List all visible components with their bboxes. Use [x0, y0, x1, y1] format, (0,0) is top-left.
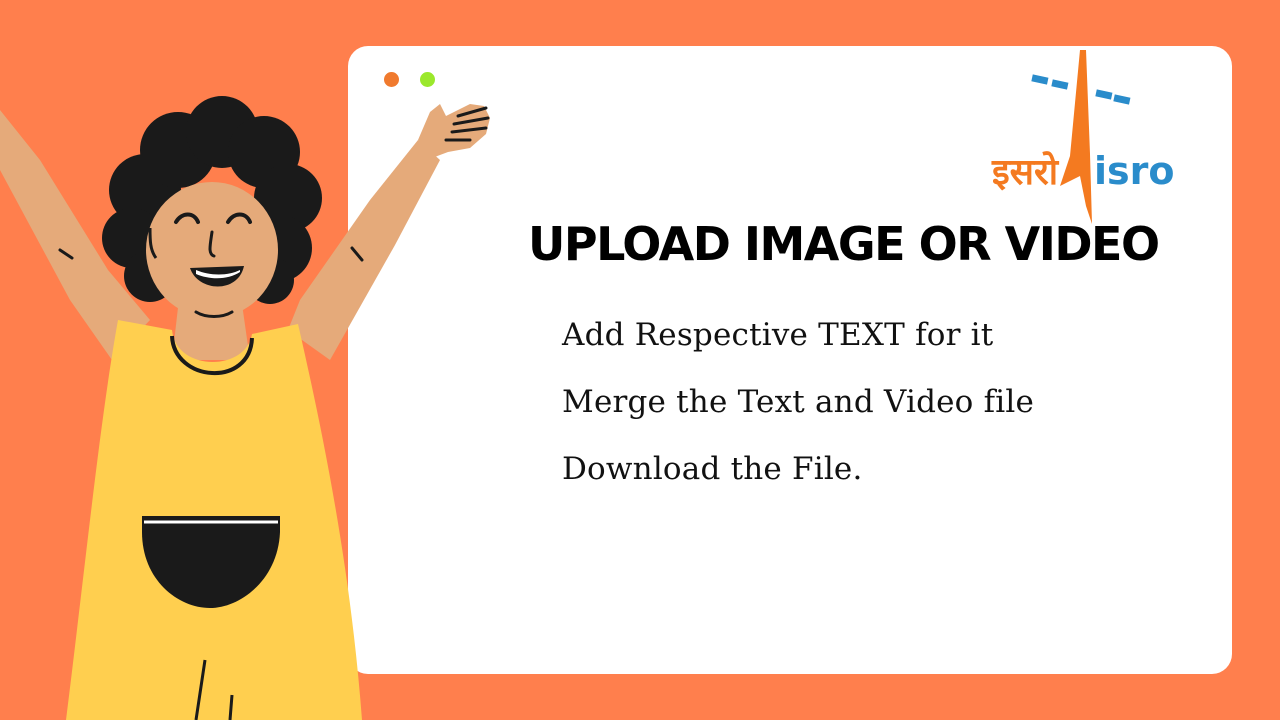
step-item: Download the File.: [562, 451, 863, 487]
step-item: Add Respective TEXT for it: [562, 317, 994, 353]
logo-hindi-text: इसरो: [991, 151, 1060, 193]
step-item: Merge the Text and Video file: [562, 384, 1035, 420]
logo-latin-text: isro: [1094, 149, 1175, 193]
face: [146, 182, 278, 318]
person-illustration: [0, 96, 490, 720]
isro-logo-icon: इसरो isro: [991, 50, 1175, 224]
steps-list: Add Respective TEXT for it Merge the Tex…: [562, 302, 1034, 503]
page-title: UPLOAD IMAGE OR VIDEO: [528, 217, 1160, 271]
